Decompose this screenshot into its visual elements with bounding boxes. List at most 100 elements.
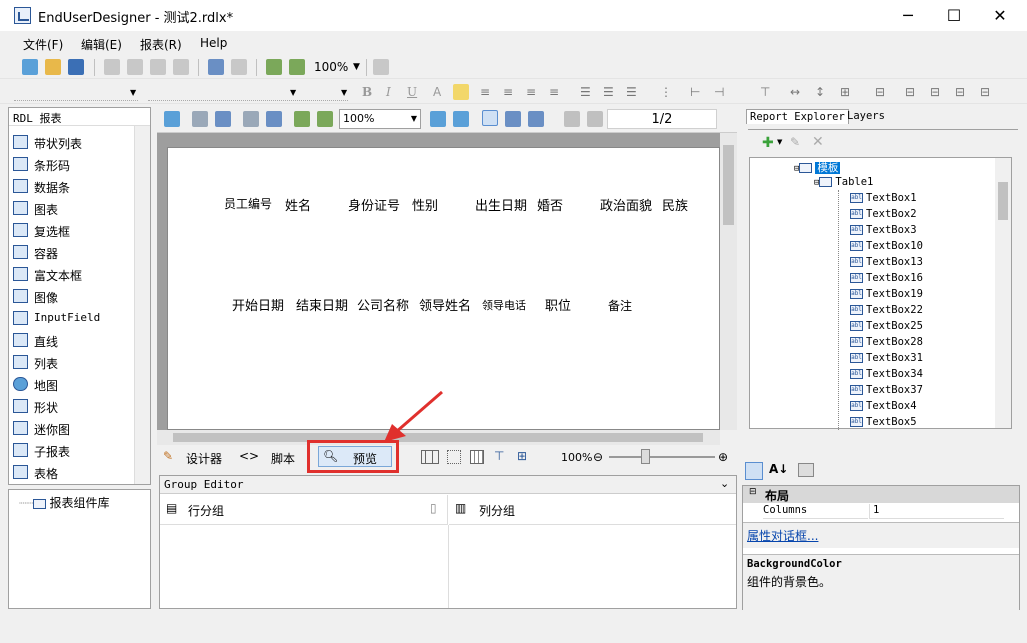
tool-shape[interactable]: 形状	[9, 396, 134, 418]
tree-node-textbox[interactable]: abl TextBox3	[850, 224, 917, 236]
zoom-slider-thumb[interactable]	[641, 449, 650, 464]
add-icon[interactable]: ✚	[762, 135, 774, 151]
scroll-thumb[interactable]	[723, 145, 734, 225]
underline-icon[interactable]: U	[407, 85, 417, 99]
justify-icon[interactable]: ≡	[549, 85, 559, 99]
same-height-icon[interactable]: ↕	[815, 85, 825, 99]
tree-node-textbox[interactable]: abl TextBox5	[850, 416, 917, 428]
property-value[interactable]: 1	[869, 504, 1004, 519]
tree-node-textbox[interactable]: abl TextBox34	[850, 368, 923, 380]
minimize-button[interactable]: ─	[885, 0, 931, 31]
paste-icon[interactable]	[150, 59, 166, 75]
font-color-icon[interactable]: A	[433, 85, 441, 99]
property-pages-icon[interactable]	[798, 463, 814, 477]
grid-icon[interactable]	[470, 450, 484, 464]
same-size-icon[interactable]: ⊞	[840, 85, 850, 99]
designer-vscrollbar[interactable]	[720, 133, 737, 430]
indent-icon[interactable]: ☰	[626, 85, 637, 99]
delete-icon[interactable]: ✕	[812, 134, 824, 150]
zoom-level[interactable]: 100%	[314, 60, 348, 74]
spellcheck-icon[interactable]	[453, 84, 469, 100]
tab-designer[interactable]: 设计器	[186, 450, 222, 467]
spacing-icon[interactable]: ⊟	[980, 85, 990, 99]
row-group-scroll-icon[interactable]: ▯	[430, 501, 437, 515]
bold-icon[interactable]: B	[362, 85, 372, 99]
single-page-icon[interactable]	[482, 110, 498, 126]
spacing-icon[interactable]: ⊟	[875, 85, 885, 99]
spacing-icon[interactable]: ⊟	[905, 85, 915, 99]
tab-layers[interactable]: Layers	[847, 110, 885, 122]
tree-node-textbox[interactable]: abl TextBox10	[850, 240, 923, 252]
page-indicator[interactable]: 1/2	[607, 109, 717, 129]
tool-image[interactable]: 图像	[9, 286, 134, 308]
spacing-icon[interactable]: ⊟	[955, 85, 965, 99]
tool-list[interactable]: 列表	[9, 352, 134, 374]
move-icon[interactable]	[373, 59, 389, 75]
chevron-down-icon[interactable]: ▼	[777, 138, 782, 146]
redo-icon[interactable]	[231, 59, 247, 75]
tool-sparkline[interactable]: 迷你图	[9, 418, 134, 440]
tree-vscrollbar[interactable]	[995, 158, 1011, 428]
align-left-icon[interactable]: ≡	[480, 85, 490, 99]
tree-node-textbox[interactable]: abl TextBox25	[850, 320, 923, 332]
tool-table[interactable]: 表格	[9, 462, 134, 484]
prev-page-icon[interactable]	[587, 111, 603, 127]
tree-node-textbox[interactable]: abl TextBox37	[850, 384, 923, 396]
tree-node-textbox[interactable]: abl TextBox2	[850, 208, 917, 220]
menu-help[interactable]: Help	[200, 36, 227, 50]
align-center-icon[interactable]: ≡	[503, 85, 513, 99]
continuous-icon[interactable]	[505, 111, 521, 127]
tree-node-textbox[interactable]: abl TextBox19	[850, 288, 923, 300]
tree-node-textbox[interactable]: abl TextBox28	[850, 336, 923, 348]
tab-script[interactable]: 脚本	[271, 450, 295, 467]
tool-richtext[interactable]: 富文本框	[9, 264, 134, 286]
zoom-in-icon[interactable]	[266, 59, 282, 75]
property-dialog-link[interactable]: 属性对话框...	[747, 527, 818, 544]
tool-checkbox[interactable]: 复选框	[9, 220, 134, 242]
tool-inputfield[interactable]: InputField	[9, 308, 134, 330]
list-number-icon[interactable]: ☰	[603, 85, 614, 99]
dotted-grid-icon[interactable]	[447, 450, 461, 464]
chevron-down-icon[interactable]: ▼	[130, 88, 136, 97]
italic-icon[interactable]: I	[386, 85, 391, 99]
tool-band-list[interactable]: 带状列表	[9, 132, 134, 154]
align-lefts-icon[interactable]: ⊢	[690, 85, 700, 99]
property-category[interactable]: ⊟ 布局	[743, 486, 1019, 503]
font-name-select[interactable]	[14, 84, 138, 101]
close-button[interactable]: ✕	[977, 0, 1023, 31]
zoom-out-icon[interactable]	[289, 59, 305, 75]
undo-icon[interactable]	[208, 59, 224, 75]
chevron-down-icon[interactable]: ▼	[341, 88, 347, 97]
component-library-item[interactable]: ┈┈ 报表组件库	[19, 494, 109, 511]
cut-icon[interactable]	[104, 59, 120, 75]
zoom-out-icon[interactable]	[294, 111, 310, 127]
find-icon[interactable]	[266, 111, 282, 127]
scroll-thumb[interactable]	[998, 182, 1008, 220]
categorized-icon[interactable]	[745, 462, 763, 480]
snap-lines-icon[interactable]: ⊤	[494, 449, 504, 463]
tree-node-textbox[interactable]: abl TextBox1	[850, 192, 917, 204]
zoom-plus-icon[interactable]: ⊕	[718, 450, 728, 464]
zoom-in-icon[interactable]	[317, 111, 333, 127]
edit-icon[interactable]: ✎	[790, 135, 800, 149]
new-icon[interactable]	[22, 59, 38, 75]
align-right-icon[interactable]: ≡	[526, 85, 536, 99]
font-size-select[interactable]	[148, 84, 348, 101]
copy-icon[interactable]	[243, 111, 259, 127]
menu-file[interactable]: 文件(F)	[23, 36, 63, 53]
tool-chart[interactable]: 图表	[9, 198, 134, 220]
maximize-button[interactable]: ☐	[931, 0, 977, 31]
align-grid-icon[interactable]: ⋮	[660, 85, 672, 99]
tool-databar[interactable]: 数据条	[9, 176, 134, 198]
align-centers-icon[interactable]: ⊣	[714, 85, 724, 99]
save-icon[interactable]	[68, 59, 84, 75]
chevron-down-icon[interactable]: ⌄	[720, 477, 729, 490]
tool-subreport[interactable]: 子报表	[9, 440, 134, 462]
list-bullet-icon[interactable]: ☰	[580, 85, 591, 99]
tool-line[interactable]: 直线	[9, 330, 134, 352]
spacing-icon[interactable]: ⊟	[930, 85, 940, 99]
tree-node-textbox[interactable]: abl TextBox16	[850, 272, 923, 284]
page-view-icon[interactable]	[425, 450, 439, 464]
chevron-down-icon[interactable]: ▼	[353, 62, 360, 72]
page-setup-icon[interactable]	[215, 111, 231, 127]
